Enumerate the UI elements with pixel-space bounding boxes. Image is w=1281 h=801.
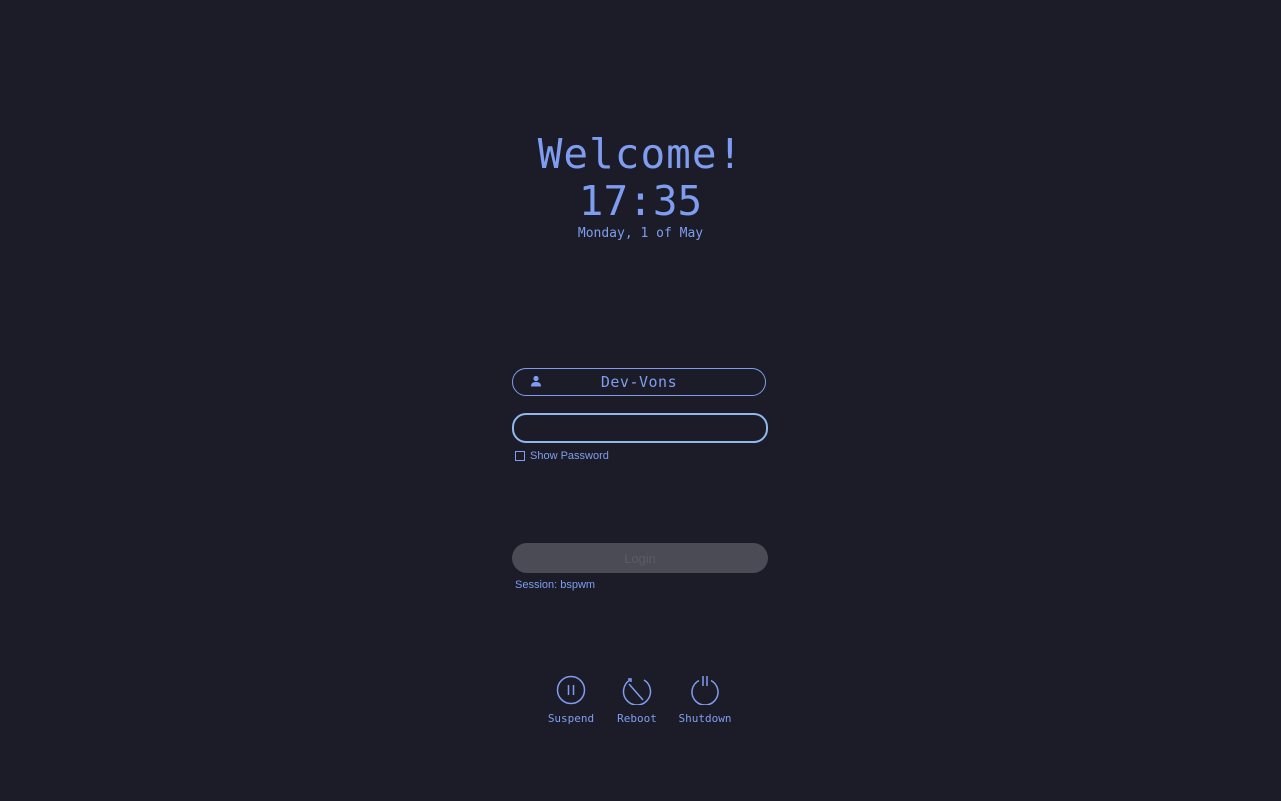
suspend-label: Suspend [547, 712, 595, 725]
clock: 17:35 [578, 177, 703, 225]
pause-icon [556, 675, 586, 705]
show-password-label: Show Password [530, 450, 609, 462]
reboot-icon [622, 678, 652, 705]
show-password-checkbox[interactable] [515, 451, 525, 461]
reboot-label: Reboot [617, 712, 657, 725]
password-input[interactable] [512, 413, 768, 443]
user-selector[interactable]: Dev-Vons [512, 368, 766, 396]
shutdown-button[interactable]: Shutdown [670, 675, 740, 725]
session-selector[interactable]: Session: bspwm [515, 579, 595, 591]
show-password-toggle[interactable]: Show Password [515, 450, 609, 462]
username-label: Dev-Vons [600, 373, 678, 391]
login-button[interactable]: Login [512, 543, 768, 573]
welcome-title: Welcome! [537, 130, 744, 178]
reboot-button[interactable]: Reboot [602, 675, 672, 725]
user-icon [531, 375, 541, 387]
suspend-button[interactable]: Suspend [536, 675, 606, 725]
date: Monday, 1 of May [577, 226, 704, 241]
power-icon [691, 676, 719, 705]
shutdown-label: Shutdown [678, 712, 732, 725]
